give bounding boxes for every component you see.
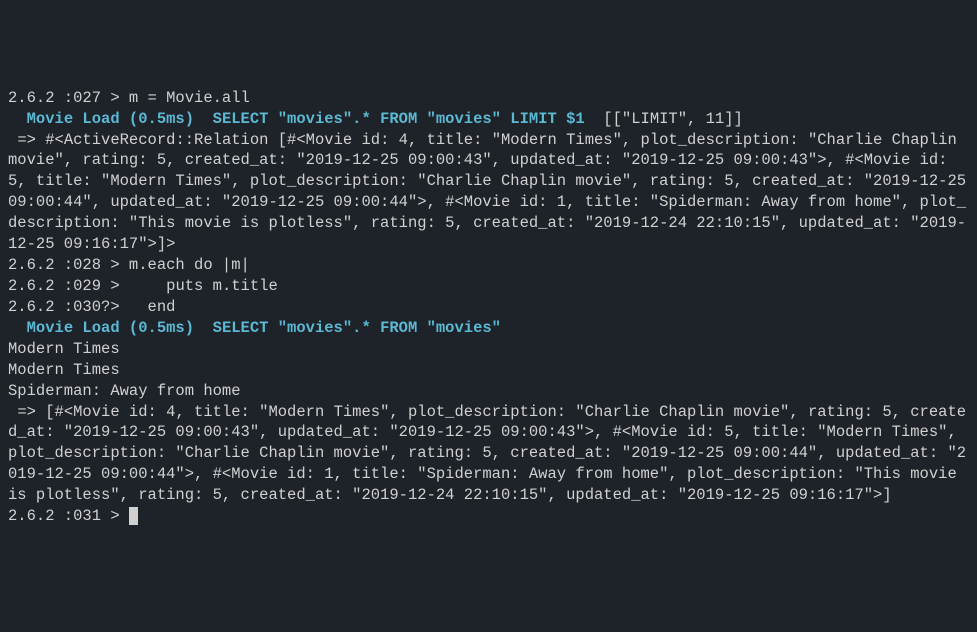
command-text: puts m.title	[166, 277, 278, 295]
movie-load-label: Movie Load (0.5ms)	[8, 110, 213, 128]
prompt-line-029: 2.6.2 :029 > puts m.title	[8, 276, 969, 297]
sql-params: [["LIMIT", 11]]	[585, 110, 743, 128]
command-text: m.each do |m|	[129, 256, 250, 274]
prompt-prefix: 2.6.2 :029 >	[8, 277, 166, 295]
result-relation: => #<ActiveRecord::Relation [#<Movie id:…	[8, 130, 969, 256]
result-array: => [#<Movie id: 4, title: "Modern Times"…	[8, 402, 969, 507]
prompt-prefix: 2.6.2 :027 >	[8, 89, 129, 107]
prompt-line-027: 2.6.2 :027 > m = Movie.all	[8, 88, 969, 109]
sql-query: SELECT "movies".* FROM "movies"	[213, 319, 501, 337]
prompt-prefix: 2.6.2 :031 >	[8, 507, 129, 525]
output-title-3: Spiderman: Away from home	[8, 381, 969, 402]
terminal-output[interactable]: 2.6.2 :027 > m = Movie.all Movie Load (0…	[8, 88, 969, 527]
prompt-prefix: 2.6.2 :030?>	[8, 298, 148, 316]
prompt-line-030: 2.6.2 :030?> end	[8, 297, 969, 318]
command-text: end	[148, 298, 176, 316]
prompt-line-028: 2.6.2 :028 > m.each do |m|	[8, 255, 969, 276]
prompt-prefix: 2.6.2 :028 >	[8, 256, 129, 274]
cursor-icon	[129, 507, 138, 525]
sql-query: SELECT "movies".* FROM "movies" LIMIT $1	[213, 110, 585, 128]
output-title-2: Modern Times	[8, 360, 969, 381]
command-text: m = Movie.all	[129, 89, 250, 107]
sql-log-line: Movie Load (0.5ms) SELECT "movies".* FRO…	[8, 109, 969, 130]
output-title-1: Modern Times	[8, 339, 969, 360]
movie-load-label: Movie Load (0.5ms)	[8, 319, 213, 337]
sql-log-line-2: Movie Load (0.5ms) SELECT "movies".* FRO…	[8, 318, 969, 339]
prompt-line-031: 2.6.2 :031 >	[8, 506, 969, 527]
